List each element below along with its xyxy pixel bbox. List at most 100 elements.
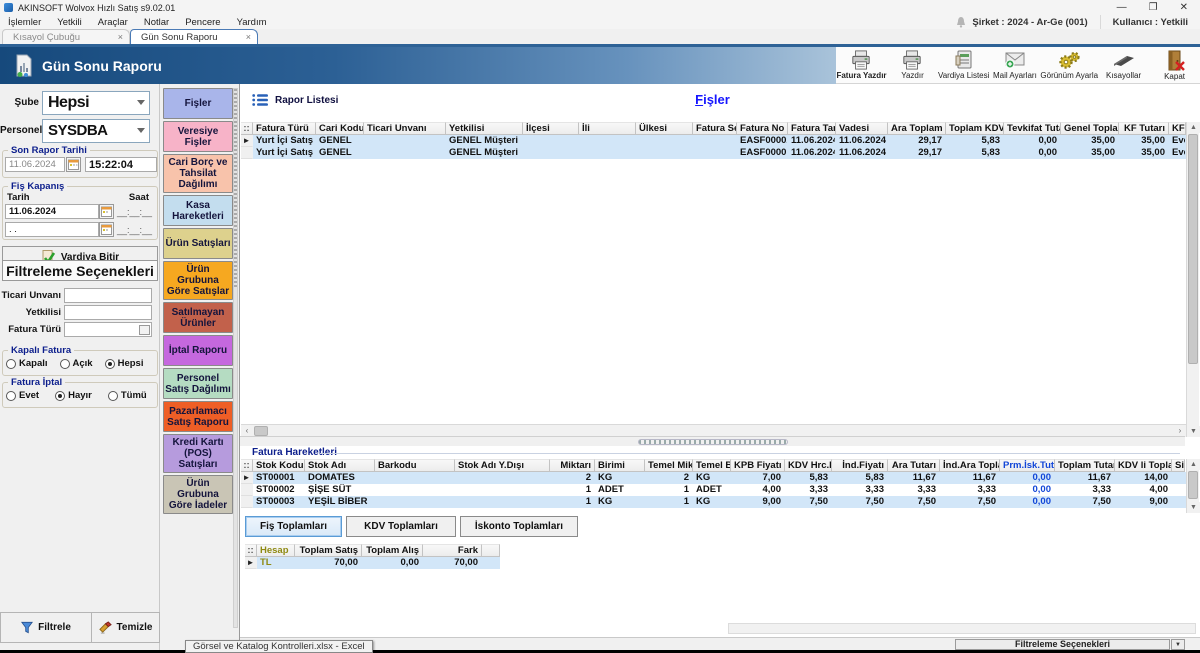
calendar-icon[interactable] [99,222,114,237]
report-button[interactable]: Fişler [163,88,233,119]
invoices-vscrollbar[interactable]: ▲ ▼ [1186,122,1199,437]
column-header[interactable]: Fatura Tarihi [788,122,836,135]
movements-vscrollbar[interactable]: ▲ ▼ [1186,459,1199,513]
table-row[interactable]: ST00002ŞİŞE SÜT1ADET1ADET4,003,333,333,3… [241,484,1186,496]
radio-option[interactable]: Kapalı [6,358,48,369]
column-header[interactable]: Stok Adı Y.Dışı [455,459,550,472]
report-buttons-scrollbar[interactable] [233,88,238,628]
column-header[interactable]: KDV li Toplam [1115,459,1172,472]
column-header[interactable]: Stok Kodu [253,459,305,472]
menu-islemler[interactable]: İşlemler [0,17,49,28]
table-row[interactable]: ►Yurt İçi SatışGENELGENEL MüşteriEASF000… [241,135,1186,147]
column-header[interactable]: Tevkifat Tutarı [1004,122,1061,135]
table-row[interactable]: ►ST00001DOMATES2KG2KG7,005,835,8311,6711… [241,472,1186,484]
column-header[interactable]: Miktarı [550,459,595,472]
menu-araclar[interactable]: Araçlar [90,17,136,28]
splitter[interactable] [240,436,1185,446]
tab-kisayol-cubugu[interactable]: Kısayol Çubuğu× [2,29,130,44]
tab-close-icon[interactable]: × [246,32,251,42]
column-header[interactable]: Genel Toplam [1061,122,1119,135]
column-header[interactable]: Ülkesi [636,122,693,135]
radio-option[interactable]: Hayır [55,390,92,401]
column-header[interactable]: KDV Hrc.Fiyat [785,459,832,472]
menu-notlar[interactable]: Notlar [136,17,177,28]
splitter-grip-icon[interactable] [638,439,788,445]
column-header[interactable]: Vadesi [836,122,888,135]
report-button[interactable]: Kasa Hareketleri [163,195,233,226]
filtrele-button[interactable]: Filtrele [0,612,92,643]
column-header[interactable]: Toplam Satış [295,544,362,557]
menu-yardim[interactable]: Yardım [229,17,275,28]
column-header[interactable]: Ara Toplam [888,122,946,135]
column-header[interactable]: Temel Brm. [693,459,731,472]
column-header[interactable]: Birimi [595,459,645,472]
report-button[interactable]: Ürün Grubuna Göre İadeler [163,475,233,514]
report-button[interactable]: Kredi Kartı (POS) Satışları [163,434,233,473]
column-header[interactable] [482,544,500,557]
report-button[interactable]: İptal Raporu [163,335,233,366]
column-header[interactable]: Yetkilisi [446,122,523,135]
tab-close-icon[interactable]: × [118,32,123,42]
column-header[interactable]: Ara Tutarı [888,459,940,472]
vardiya-listesi-button[interactable]: Vardiya Listesi [938,47,989,83]
fatura-yazdir-button[interactable]: Fatura Yazdır [836,47,887,83]
dropdown-arrow-icon[interactable]: ▼ [1171,639,1185,650]
tab-gun-sonu-raporu[interactable]: Gün Sonu Raporu× [130,29,258,44]
column-header[interactable]: KF Tutarı [1119,122,1169,135]
ticari-unvani-input[interactable] [64,288,152,303]
column-header[interactable]: Toplam Tutar [1055,459,1115,472]
fatura-turu-input[interactable] [64,322,152,337]
column-header[interactable]: Fark [423,544,482,557]
report-button[interactable]: Personel Satış Dağılımı [163,368,233,399]
kapanis-date2-field[interactable]: . . [5,222,99,237]
report-button[interactable]: Veresiye Fişler [163,121,233,152]
report-button[interactable]: Satılmayan Ürünler [163,302,233,333]
tab-fis-toplamlari[interactable]: Fiş Toplamları [245,516,342,537]
maximize-button[interactable]: ❐ [1149,2,1158,14]
column-header[interactable]: Barkodu [375,459,455,472]
column-header[interactable]: Prm.İsk.Tutarı [1000,459,1055,472]
column-header[interactable]: Si [1172,459,1185,472]
minimize-button[interactable]: — [1117,2,1127,14]
column-header[interactable]: İnd.Fiyatı [832,459,888,472]
column-header[interactable]: İnd.Ara Toplam [940,459,1000,472]
calendar-icon[interactable] [66,157,81,172]
column-header[interactable]: İlçesi [523,122,579,135]
close-button[interactable]: ✕ [1180,2,1188,14]
gorunum-ayarla-button[interactable]: Görünüm Ayarla [1040,47,1098,83]
kapat-button[interactable]: Kapat [1149,47,1200,83]
kapanis-time1-field[interactable]: __:__:__ [117,207,152,217]
report-button[interactable]: Cari Borç ve Tahsilat Dağılımı [163,154,233,193]
kapanis-date1-field[interactable]: 11.06.2024 [5,204,99,219]
temizle-button[interactable]: Temizle [92,612,160,643]
column-header[interactable]: Stok Adı [305,459,375,472]
column-header[interactable]: KPB Fiyatı [731,459,785,472]
table-row[interactable]: Yurt İçi SatışGENELGENEL MüşteriEASF0000… [241,147,1186,159]
column-header[interactable]: Cari Kodu [316,122,364,135]
column-header[interactable]: Hesap [257,544,295,557]
column-header[interactable]: Temel Mik. [645,459,693,472]
menu-yetkili[interactable]: Yetkili [49,17,89,28]
radio-option[interactable]: Açık [60,358,93,369]
column-header[interactable]: Fatura Türü [253,122,316,135]
kisayollar-button[interactable]: Kısayollar [1098,47,1149,83]
column-header[interactable]: Fatura Seri [693,122,737,135]
taskbar-excel-item[interactable]: Görsel ve Katalog Kontrolleri.xlsx - Exc… [185,640,373,653]
sube-select[interactable]: Hepsi [42,91,150,115]
son-rapor-date-field[interactable]: 11.06.2024 [5,157,65,172]
radio-option[interactable]: Hepsi [105,358,144,369]
report-button[interactable]: Pazarlamacı Satış Raporu [163,401,233,432]
radio-option[interactable]: Tümü [108,390,147,401]
radio-option[interactable]: Evet [6,390,39,401]
table-row[interactable]: ►TL70,000,0070,00 [245,557,500,569]
menu-pencere[interactable]: Pencere [177,17,228,28]
column-header[interactable]: Fatura No [737,122,788,135]
column-header[interactable]: İli [579,122,636,135]
tab-kdv-toplamlari[interactable]: KDV Toplamları [346,516,456,537]
tab-iskonto-toplamlari[interactable]: İskonto Toplamları [460,516,578,537]
filtreleme-secenekleri-button[interactable]: Filtreleme Seçenekleri [955,639,1170,650]
calendar-icon[interactable] [99,204,114,219]
column-header[interactable]: Toplam KDV [946,122,1004,135]
report-button[interactable]: Ürün Satışları [163,228,233,259]
table-row[interactable]: ST00003YEŞİL BİBER1KG1KG9,007,507,507,50… [241,496,1186,508]
